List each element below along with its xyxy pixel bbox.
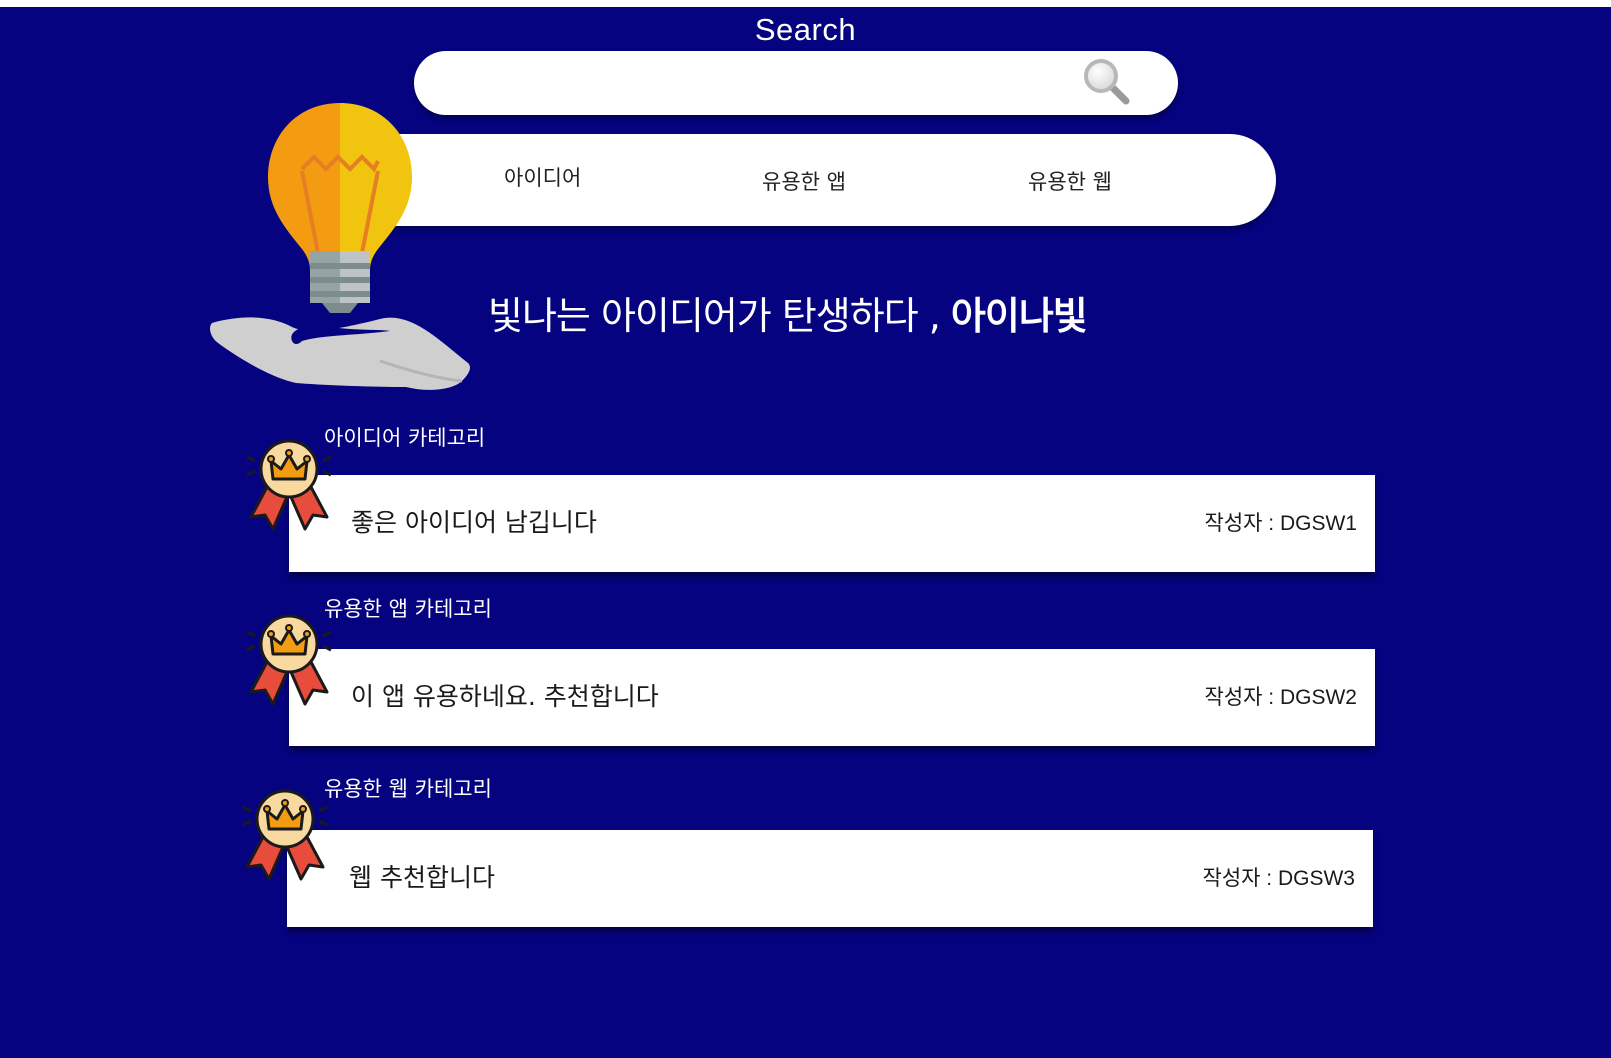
hero-tagline: 빛나는 아이디어가 탄생하다 , 아이나빛	[488, 285, 1088, 340]
post-author: 작성자 : DGSW3	[1202, 867, 1355, 890]
nav-item-useful-app[interactable]: 유용한 앱	[762, 166, 846, 196]
post-title[interactable]: 이 앱 유용하네요. 추천합니다	[351, 677, 659, 713]
search-bar	[414, 51, 1178, 115]
nav-item-useful-web[interactable]: 유용한 웹	[1028, 166, 1112, 196]
post-title[interactable]: 웹 추천합니다	[349, 858, 495, 894]
tagline-text: 빛나는 아이디어가 탄생하다 ,	[488, 294, 951, 338]
post-card-useful-web[interactable]: 웹 추천합니다 작성자 : DGSW3	[287, 830, 1373, 927]
search-button[interactable]	[1080, 55, 1136, 111]
category-label-useful-app: 유용한 앱 카테고리	[324, 597, 492, 621]
crown-medal-icon	[246, 439, 332, 531]
crown-medal-icon	[242, 789, 328, 881]
post-author: 작성자 : DGSW1	[1204, 512, 1357, 535]
lightbulb-in-hand-icon	[210, 103, 470, 390]
post-card-useful-app[interactable]: 이 앱 유용하네요. 추천합니다 작성자 : DGSW2	[289, 649, 1375, 746]
post-title[interactable]: 좋은 아이디어 남깁니다	[351, 503, 597, 539]
category-label-idea: 아이디어 카테고리	[324, 426, 486, 450]
page: Search 아이디어 유용한 앱 유용한 웹 빛나는 아이디어가 탄생하다 ,…	[0, 7, 1611, 1058]
nav-item-idea[interactable]: 아이디어	[504, 162, 581, 192]
category-label-useful-web: 유용한 웹 카테고리	[324, 777, 492, 801]
crown-medal-icon	[246, 614, 332, 706]
brand-name: 아이나빛	[950, 294, 1088, 338]
search-input[interactable]	[444, 63, 1068, 105]
search-title: Search	[754, 12, 857, 47]
magnifier-icon	[1084, 59, 1130, 105]
post-card-idea[interactable]: 좋은 아이디어 남깁니다 작성자 : DGSW1	[289, 475, 1375, 572]
post-author: 작성자 : DGSW2	[1204, 686, 1357, 709]
